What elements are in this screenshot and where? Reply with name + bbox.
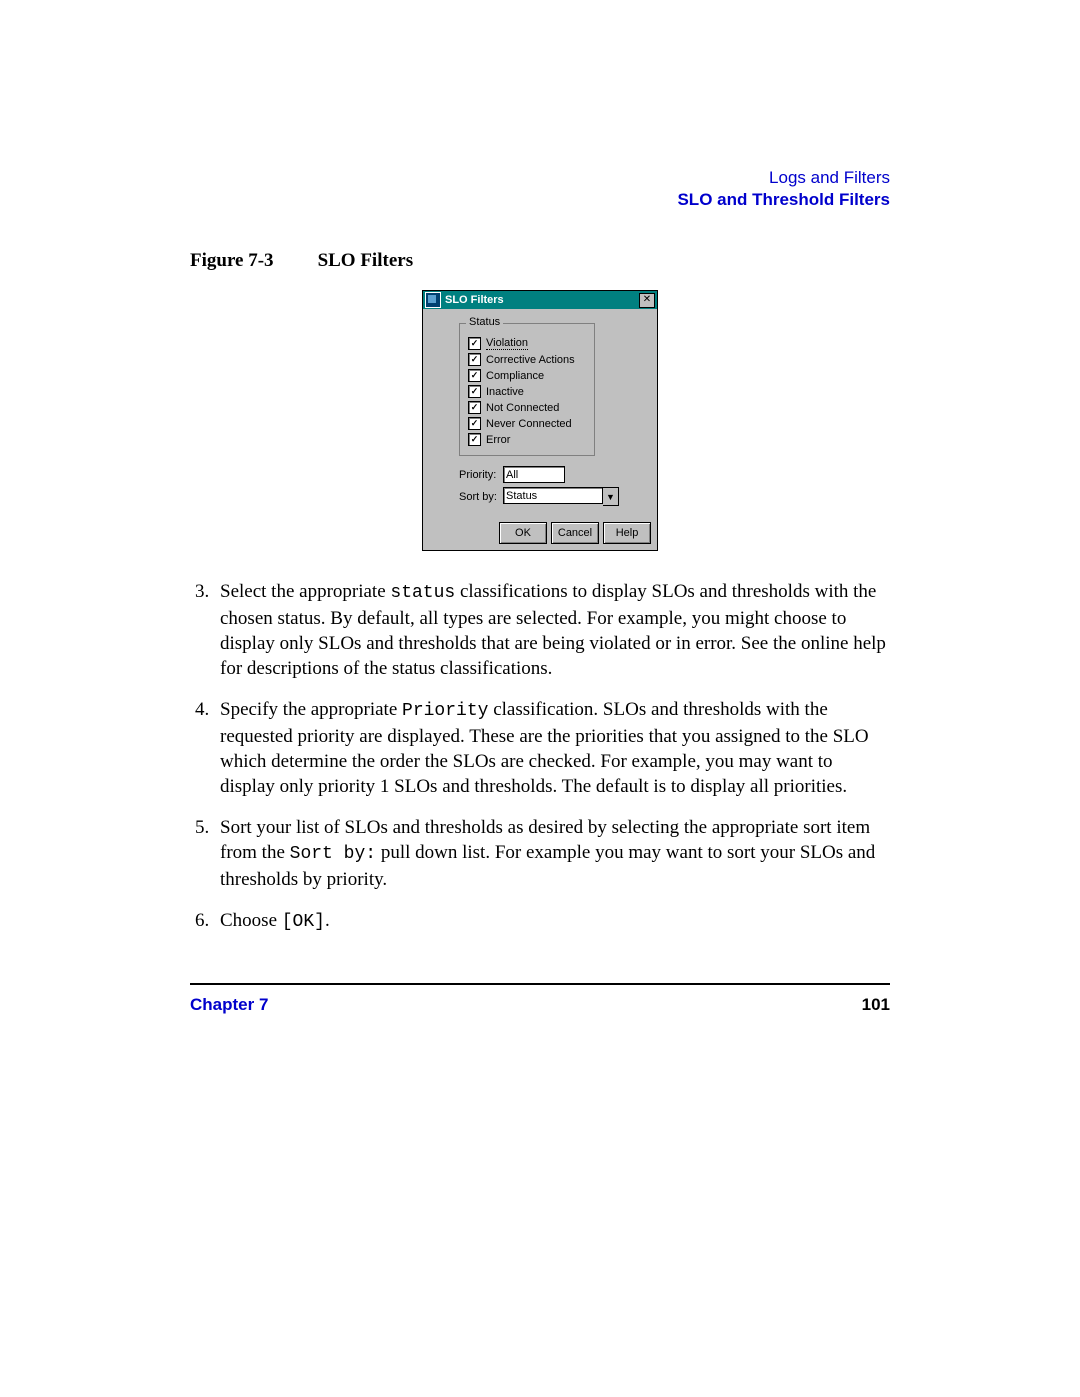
neverconnected-label: Never Connected bbox=[486, 418, 572, 430]
error-checkbox[interactable] bbox=[468, 433, 481, 446]
instruction-list: Select the appropriate status classifica… bbox=[214, 579, 890, 935]
code-status: status bbox=[390, 583, 455, 603]
ok-button[interactable]: OK bbox=[499, 522, 547, 544]
figure-title: SLO Filters bbox=[318, 250, 414, 271]
compliance-label: Compliance bbox=[486, 370, 544, 382]
step-3: Select the appropriate status classifica… bbox=[214, 579, 890, 681]
violation-checkbox[interactable] bbox=[468, 337, 481, 350]
footer-page-number: 101 bbox=[862, 995, 890, 1015]
sortby-combo[interactable]: Status ▼ bbox=[503, 487, 619, 506]
notconnected-label: Not Connected bbox=[486, 402, 559, 414]
footer-chapter: Chapter 7 bbox=[190, 995, 268, 1015]
inactive-label: Inactive bbox=[486, 386, 524, 398]
help-button[interactable]: Help bbox=[603, 522, 651, 544]
footer-rule bbox=[190, 983, 890, 985]
header-subsection: SLO and Threshold Filters bbox=[190, 190, 890, 210]
figure-caption: Figure 7-3 SLO Filters bbox=[190, 250, 890, 272]
sortby-value: Status bbox=[503, 487, 603, 504]
sortby-label: Sort by: bbox=[459, 491, 503, 503]
status-groupbox: Status Violation Corrective Actions Comp… bbox=[459, 323, 595, 456]
inactive-checkbox[interactable] bbox=[468, 385, 481, 398]
compliance-checkbox[interactable] bbox=[468, 369, 481, 382]
status-legend: Status bbox=[466, 316, 503, 328]
step-6: Choose [OK]. bbox=[214, 908, 890, 935]
header-section: Logs and Filters bbox=[190, 168, 890, 188]
step-4: Specify the appropriate Priority classif… bbox=[214, 697, 890, 799]
dialog-title: SLO Filters bbox=[445, 294, 639, 306]
corrective-label: Corrective Actions bbox=[486, 354, 575, 366]
notconnected-checkbox[interactable] bbox=[468, 401, 481, 414]
violation-label: Violation bbox=[486, 337, 528, 350]
close-icon[interactable]: ✕ bbox=[639, 293, 655, 308]
cancel-button[interactable]: Cancel bbox=[551, 522, 599, 544]
app-icon bbox=[425, 292, 441, 308]
priority-label: Priority: bbox=[459, 469, 503, 481]
code-priority: Priority bbox=[402, 701, 488, 721]
priority-input[interactable]: All bbox=[503, 466, 565, 483]
chevron-down-icon[interactable]: ▼ bbox=[603, 487, 619, 506]
code-ok: [OK] bbox=[282, 912, 325, 932]
figure-label: Figure 7-3 bbox=[190, 250, 274, 271]
dialog-titlebar: SLO Filters ✕ bbox=[423, 291, 657, 309]
neverconnected-checkbox[interactable] bbox=[468, 417, 481, 430]
error-label: Error bbox=[486, 434, 510, 446]
slo-filters-dialog: SLO Filters ✕ Status Violation Correctiv… bbox=[422, 290, 658, 551]
corrective-checkbox[interactable] bbox=[468, 353, 481, 366]
step-5: Sort your list of SLOs and thresholds as… bbox=[214, 815, 890, 892]
code-sortby: Sort by: bbox=[290, 844, 376, 864]
